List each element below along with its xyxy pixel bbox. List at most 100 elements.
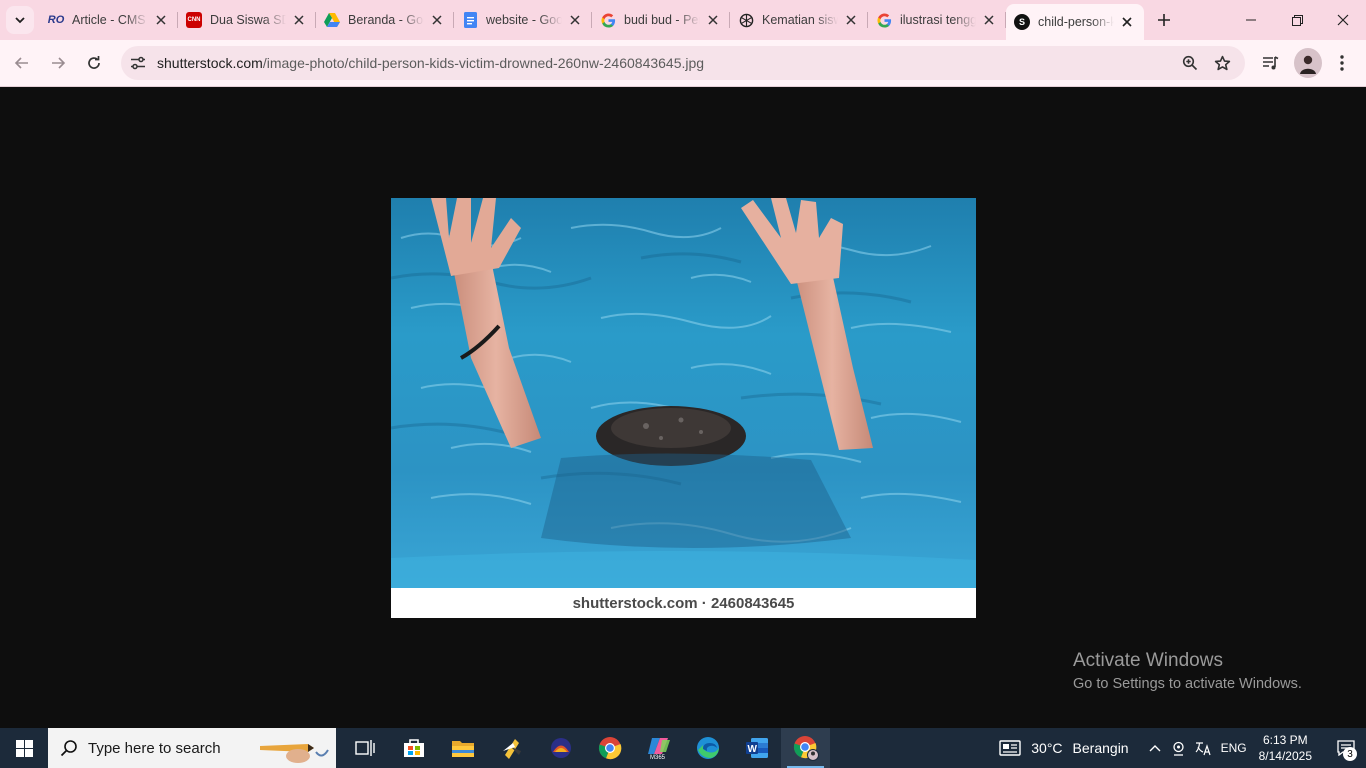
star-icon: [1214, 55, 1230, 70]
m365-icon: M365: [647, 738, 670, 760]
taskbar: Type here to search M365 W 30°C Berangin…: [0, 728, 1366, 768]
tab-ilustrasi[interactable]: ilustrasi tenggelam: [868, 4, 1006, 36]
close-icon[interactable]: [704, 11, 722, 29]
notification-center-button[interactable]: 3: [1326, 728, 1366, 768]
activate-title: Activate Windows: [1073, 650, 1223, 671]
app-icon: [502, 739, 521, 759]
edge-icon: [696, 737, 719, 759]
close-window-button[interactable]: [1320, 0, 1366, 40]
close-icon[interactable]: [1118, 13, 1136, 31]
app-icon: [550, 738, 571, 758]
close-icon[interactable]: [842, 11, 860, 29]
start-button[interactable]: [0, 728, 48, 768]
google-docs-icon: [462, 12, 478, 28]
microsoft-store-button[interactable]: [389, 728, 438, 768]
input-indicator[interactable]: [1191, 728, 1215, 768]
media-control-button[interactable]: [1254, 48, 1286, 78]
reload-icon: [88, 56, 100, 69]
app-button[interactable]: [536, 728, 585, 768]
search-icon: [60, 740, 77, 757]
chrome-button[interactable]: [585, 728, 634, 768]
tab-child-person[interactable]: S child-person-kids: [1006, 4, 1144, 40]
tab-kematian-siswa[interactable]: Kematian siswa: [730, 4, 868, 36]
new-tab-button[interactable]: [1150, 6, 1178, 34]
file-explorer-button[interactable]: [438, 728, 487, 768]
m365-button[interactable]: M365: [634, 728, 683, 768]
more-vert-icon: [1340, 55, 1344, 71]
image-viewer: shutterstock.com · 2460843645 Activate W…: [0, 88, 1366, 728]
tab-title: Dua Siswa SD: [210, 13, 286, 27]
tab-list: RO Article - CMS CNN Dua Siswa SD Berand…: [40, 4, 1178, 40]
close-icon[interactable]: [290, 11, 308, 29]
arrow-left-icon: [14, 57, 28, 69]
profile-button[interactable]: [1290, 48, 1322, 78]
search-highlight-icon: [260, 744, 329, 763]
language-indicator[interactable]: ENG: [1221, 741, 1247, 755]
drowning-photo[interactable]: shutterstock.com · 2460843645: [391, 198, 976, 618]
show-hidden-icons-button[interactable]: [1143, 728, 1167, 768]
chrome-profile-button[interactable]: [781, 728, 830, 768]
search-placeholder: Type here to search: [88, 739, 221, 757]
zoom-icon: [1182, 55, 1198, 71]
meet-now-button[interactable]: [1167, 728, 1191, 768]
tune-icon: [131, 56, 145, 70]
chrome-profile-icon: [793, 736, 819, 761]
tab-title: Article - CMS: [72, 13, 146, 27]
minimize-button[interactable]: [1228, 0, 1274, 40]
restore-button[interactable]: [1274, 0, 1320, 40]
tab-search-button[interactable]: [6, 6, 34, 34]
media-queue-icon: [1262, 55, 1278, 69]
language-icon: [1195, 741, 1211, 755]
plus-icon: [1158, 14, 1170, 26]
back-button[interactable]: [7, 48, 37, 78]
tab-website-docs[interactable]: website - Google Docs: [454, 4, 592, 36]
word-icon: W: [745, 738, 768, 758]
temperature: 30°C: [1031, 740, 1063, 756]
url-path: /image-photo/child-person-kids-victim-dr…: [262, 55, 705, 71]
tab-title: Kematian siswa: [762, 13, 838, 27]
bookmark-button[interactable]: [1207, 48, 1237, 78]
app-button[interactable]: [487, 728, 536, 768]
reload-button[interactable]: [79, 48, 109, 78]
watermark-caption: shutterstock.com · 2460843645: [391, 588, 976, 618]
system-tray: 30°C Berangin ENG 6:13 PM 8/14/2025 3: [999, 728, 1366, 768]
weather-widget[interactable]: 30°C Berangin: [999, 740, 1129, 756]
url-text[interactable]: shutterstock.com/image-photo/child-perso…: [157, 55, 704, 71]
zoom-button[interactable]: [1175, 48, 1205, 78]
close-icon[interactable]: [980, 11, 998, 29]
task-view-button[interactable]: [340, 728, 389, 768]
arrow-right-icon: [52, 57, 66, 69]
forward-button[interactable]: [43, 48, 73, 78]
ro-logo-icon: RO: [47, 14, 65, 26]
address-bar[interactable]: shutterstock.com/image-photo/child-perso…: [121, 46, 1245, 80]
word-button[interactable]: W: [732, 728, 781, 768]
tab-dua-siswa[interactable]: CNN Dua Siswa SD: [178, 4, 316, 36]
svg-text:W: W: [747, 744, 757, 755]
close-icon[interactable]: [566, 11, 584, 29]
news-widget-icon: [999, 740, 1021, 756]
task-view-icon: [354, 740, 375, 756]
clock-time: 6:13 PM: [1262, 733, 1308, 747]
close-icon: [1337, 14, 1349, 26]
edge-button[interactable]: [683, 728, 732, 768]
tab-article-cms[interactable]: RO Article - CMS: [40, 4, 178, 36]
tab-title: website - Google Docs: [486, 13, 562, 27]
clock[interactable]: 6:13 PM 8/14/2025: [1259, 732, 1312, 764]
close-icon[interactable]: [428, 11, 446, 29]
site-info-button[interactable]: [123, 48, 153, 78]
avatar: [1294, 48, 1322, 78]
clock-date: 8/14/2025: [1258, 749, 1312, 763]
webcam-icon: [1173, 741, 1184, 756]
tab-budi-bud[interactable]: budi bud - Penelusuran: [592, 4, 730, 36]
shutterstock-icon: S: [1014, 14, 1030, 30]
menu-button[interactable]: [1326, 48, 1358, 78]
chevron-down-icon: [15, 17, 25, 24]
tab-beranda-drive[interactable]: Beranda - Google Drive: [316, 4, 454, 36]
minimize-icon: [1246, 19, 1256, 21]
taskbar-search[interactable]: Type here to search: [48, 728, 336, 768]
close-icon[interactable]: [152, 11, 170, 29]
windows-logo-icon: [15, 739, 33, 757]
chatgpt-icon: [738, 12, 754, 28]
photo-illustration: [391, 198, 976, 588]
svg-text:M365: M365: [650, 755, 666, 760]
